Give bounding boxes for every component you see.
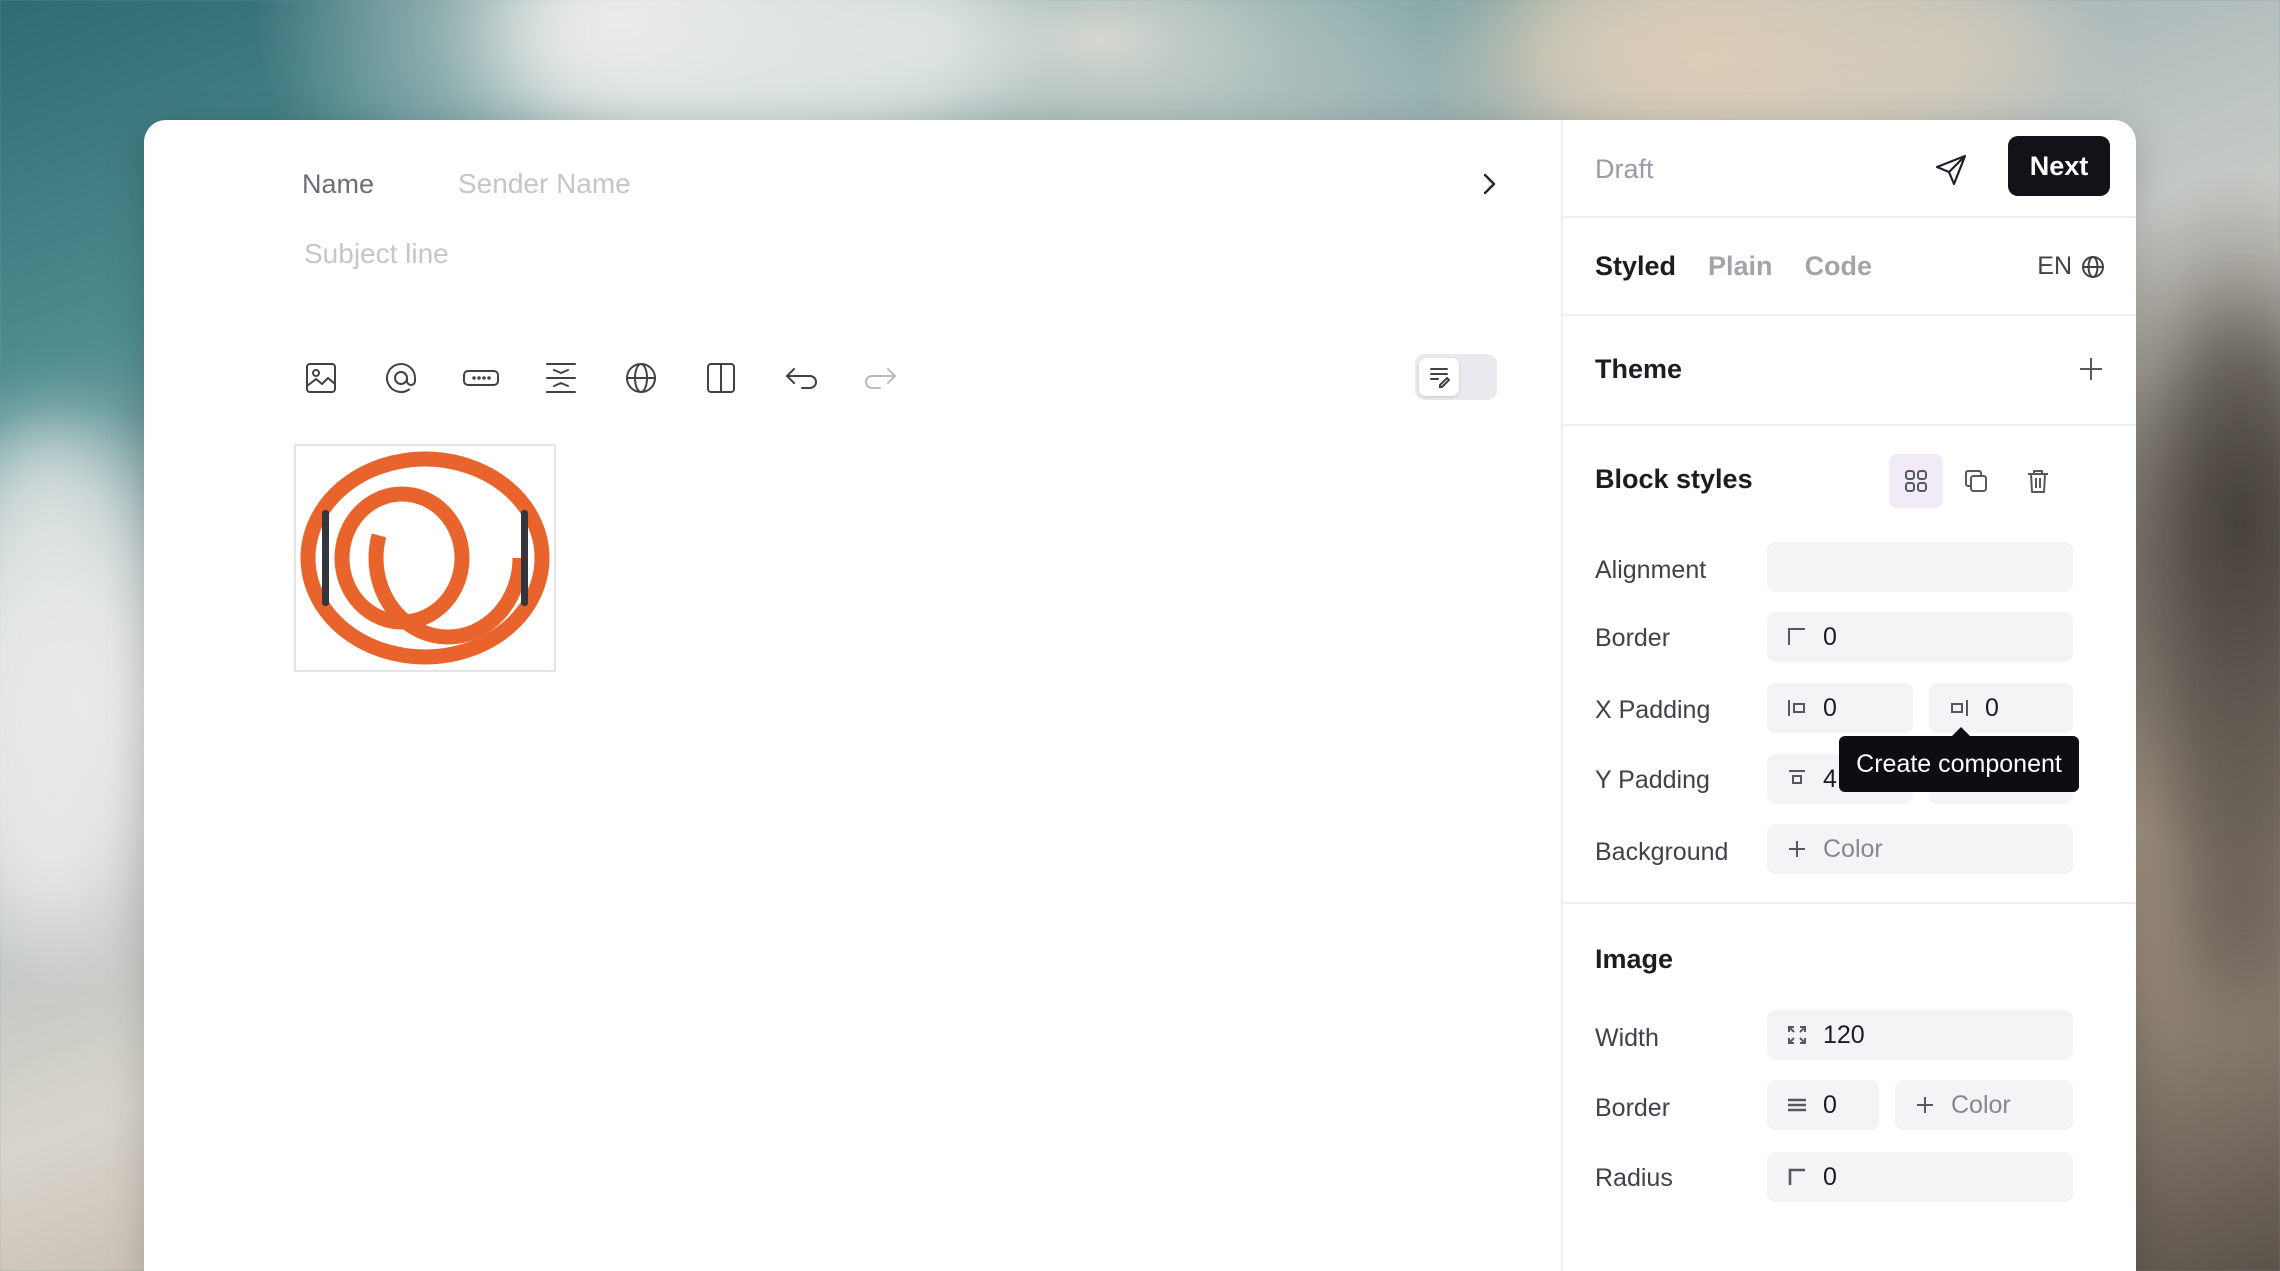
copy-icon xyxy=(1965,470,1987,492)
globe-icon xyxy=(2082,255,2104,278)
trash-icon xyxy=(2028,470,2048,493)
sender-name-input[interactable] xyxy=(458,168,1521,200)
alignment-control[interactable] xyxy=(1767,542,2073,592)
image-section: Image Width 120 Border 0 Color Radius 0 xyxy=(1563,904,2136,1271)
block-border-value: 0 xyxy=(1823,622,1837,651)
image-title: Image xyxy=(1595,944,1674,974)
delete-block-button[interactable] xyxy=(2011,454,2065,508)
duplicate-block-button[interactable] xyxy=(1949,454,2003,508)
padding-top-icon xyxy=(1789,770,1805,784)
tab-styled[interactable]: Styled xyxy=(1595,251,1676,282)
spacer-icon[interactable] xyxy=(538,352,618,404)
block-border-label: Border xyxy=(1595,624,1671,652)
component-grid-icon xyxy=(1905,470,1927,492)
mention-icon[interactable] xyxy=(378,352,458,404)
y-padding-top-value: 4 xyxy=(1823,764,1837,793)
x-padding-label: X Padding xyxy=(1595,696,1711,724)
image-icon[interactable] xyxy=(298,352,378,404)
corner-icon xyxy=(1788,628,1805,645)
radius-field[interactable]: 0 xyxy=(1767,1152,2073,1202)
editor-pane: Name xyxy=(144,120,1561,1271)
theme-section: Theme xyxy=(1563,316,2136,426)
background-color-field[interactable]: Color xyxy=(1767,824,2073,874)
image-border-width-field[interactable]: 0 xyxy=(1767,1080,1879,1130)
y-padding-label: Y Padding xyxy=(1595,766,1710,794)
border-weight-icon xyxy=(1788,1098,1806,1112)
undo-icon[interactable] xyxy=(778,352,858,404)
columns-icon[interactable] xyxy=(698,352,778,404)
background-color-value: Color xyxy=(1823,834,1883,863)
email-editor-window: Name Sender Name Subject line Draft Next… xyxy=(144,120,2136,1271)
sender-name-row: Name xyxy=(302,158,1521,210)
draft-status: Draft xyxy=(1595,154,1654,184)
send-icon[interactable] xyxy=(1933,152,1969,188)
language-selector[interactable]: EN xyxy=(2037,252,2106,281)
padding-right-icon xyxy=(1951,700,1968,716)
view-mode-toggle[interactable] xyxy=(1415,354,1497,400)
x-padding-left-value: 0 xyxy=(1823,693,1837,722)
redo-icon[interactable] xyxy=(858,352,938,404)
button-icon[interactable] xyxy=(458,352,538,404)
radius-label: Radius xyxy=(1595,1164,1673,1192)
plus-icon xyxy=(1789,841,1805,857)
properties-sidebar: Draft Next Styled Plain Code EN Theme Bl… xyxy=(1561,120,2136,1271)
x-padding-right-value: 0 xyxy=(1985,693,1999,722)
image-border-color-field[interactable]: Color xyxy=(1895,1080,2073,1130)
globe-icon[interactable] xyxy=(618,352,698,404)
background-label: Background xyxy=(1595,838,1729,866)
image-border-value: 0 xyxy=(1823,1090,1837,1119)
tab-code[interactable]: Code xyxy=(1805,251,1873,282)
tooltip-text: Create component xyxy=(1856,749,2062,778)
x-padding-right-field[interactable]: 0 xyxy=(1929,683,2073,733)
x-padding-left-field[interactable]: 0 xyxy=(1767,683,1913,733)
create-component-button[interactable] xyxy=(1889,454,1943,508)
padding-left-icon xyxy=(1788,700,1805,716)
expand-icon xyxy=(1788,1026,1806,1044)
edit-note-icon xyxy=(1419,358,1459,396)
logo-image-block[interactable] xyxy=(294,444,556,672)
sidebar-header: Draft Next xyxy=(1563,120,2136,218)
width-field[interactable]: 120 xyxy=(1767,1010,2073,1060)
block-styles-section: Block styles Alignment Border 0 X Paddin… xyxy=(1563,426,2136,904)
editor-toolbar xyxy=(298,352,938,404)
logo-image xyxy=(300,451,550,665)
image-border-label: Border xyxy=(1595,1094,1671,1122)
block-styles-title: Block styles xyxy=(1595,464,1753,494)
radius-value: 0 xyxy=(1823,1162,1837,1191)
tab-plain[interactable]: Plain xyxy=(1708,251,1773,282)
width-value: 120 xyxy=(1823,1020,1865,1049)
add-theme-plus-icon[interactable] xyxy=(2076,354,2106,384)
create-component-tooltip: Create component xyxy=(1839,727,2079,792)
radius-corner-icon xyxy=(1788,1168,1805,1185)
next-button[interactable]: Next xyxy=(2008,136,2110,196)
chevron-right-icon[interactable] xyxy=(1475,170,1503,198)
width-label: Width xyxy=(1595,1024,1659,1052)
plus-icon xyxy=(1917,1097,1933,1113)
subject-line-input[interactable] xyxy=(304,238,1204,270)
block-border-field[interactable]: 0 xyxy=(1767,612,2073,662)
image-border-color-value: Color xyxy=(1951,1090,2011,1119)
format-tabs: Styled Plain Code EN xyxy=(1563,218,2136,316)
theme-title: Theme xyxy=(1595,354,1683,384)
name-label: Name xyxy=(302,168,375,199)
alignment-label: Alignment xyxy=(1595,556,1707,584)
language-code: EN xyxy=(2037,252,2072,280)
